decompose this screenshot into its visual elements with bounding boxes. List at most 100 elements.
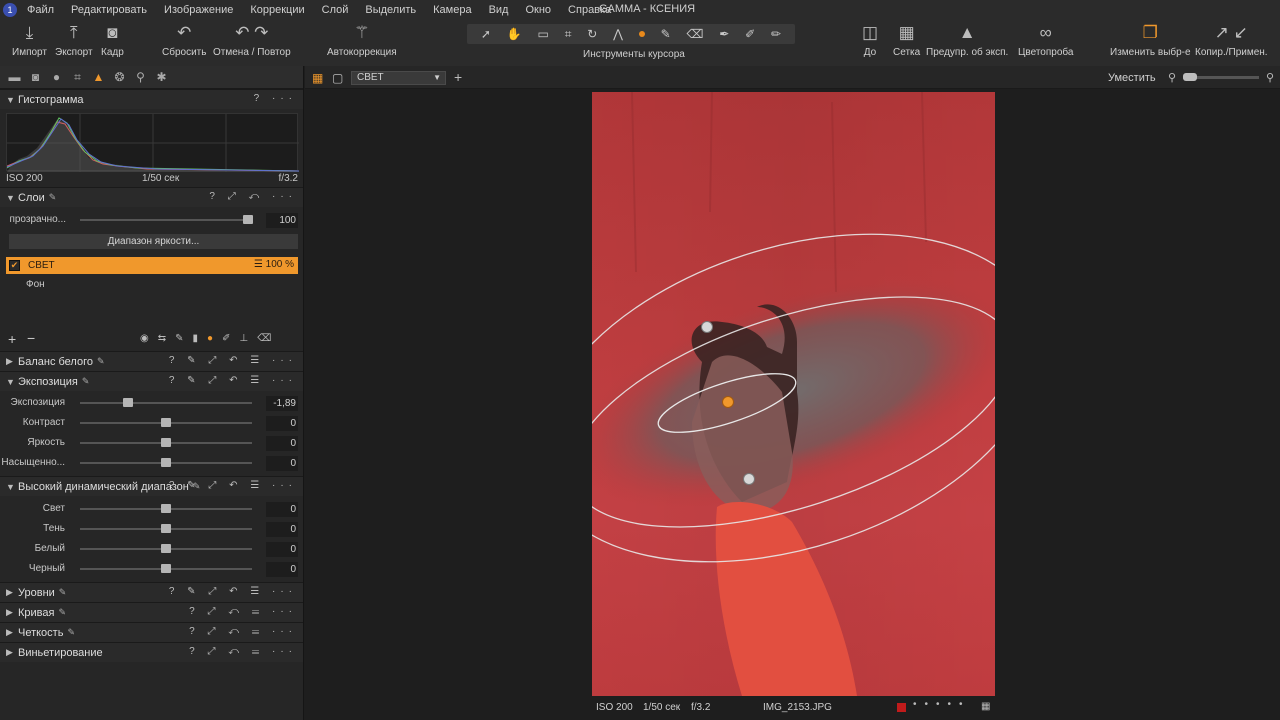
single-view-icon[interactable]: ▢ — [332, 71, 343, 85]
menu-camera[interactable]: Камера — [433, 4, 471, 16]
slider-thumb[interactable] — [123, 398, 134, 407]
hand-icon[interactable]: ✋ — [507, 27, 522, 41]
color-tag-icon[interactable] — [897, 703, 906, 712]
menu-view[interactable]: Вид — [489, 4, 509, 16]
zoom-thumb[interactable] — [1183, 73, 1197, 81]
slider-thumb[interactable] — [161, 544, 171, 553]
panel-options-icon[interactable]: ? ⤢ ↶ ☰ ··· — [189, 606, 297, 617]
histogram-header[interactable]: ▼ Гистограмма ? ··· — [0, 89, 303, 109]
slider-thumb[interactable] — [161, 564, 171, 573]
slider-thumb[interactable] — [161, 418, 171, 427]
copy-apply-button[interactable]: ↗ ↙ Копир./Примен. — [1195, 23, 1268, 58]
layer-checkbox[interactable]: ✔ — [9, 260, 20, 271]
spot-icon[interactable] — [638, 31, 645, 37]
spot-icon[interactable]: ● — [207, 333, 222, 344]
zoom-fit-label[interactable]: Уместить — [1108, 72, 1156, 84]
menu-window[interactable]: Окно — [525, 4, 551, 16]
autocorrect-button[interactable]: ⚚ Автокоррекция — [327, 23, 397, 58]
opacity-slider[interactable] — [80, 219, 252, 221]
eraser-icon[interactable]: ⌫ — [687, 27, 704, 41]
panel-options-icon[interactable]: ? ··· — [254, 93, 297, 104]
mask-center-handle[interactable] — [722, 396, 734, 408]
capture-tab-icon[interactable]: ◙ — [25, 70, 46, 84]
layers-header[interactable]: ▼ Слои ✎ ? ⤢ ↶ ··· — [0, 187, 303, 207]
exposure-header[interactable]: ▼ Экспозиция ✎ ? ✎ ⤢ ↶ ☰ ··· — [0, 371, 303, 391]
grid-button[interactable]: ▦ Сетка — [893, 23, 920, 58]
crop-tab-icon[interactable]: ⌗ — [67, 70, 88, 85]
zoom-in-icon[interactable]: ⚲ — [1266, 71, 1274, 84]
brush-icon[interactable]: ✎ — [175, 333, 192, 344]
slider-value[interactable]: 0 — [266, 562, 298, 577]
menu-select[interactable]: Выделить — [365, 4, 416, 16]
brush-icon[interactable]: ✎ — [661, 27, 671, 41]
slider-value[interactable]: 0 — [266, 522, 298, 537]
details-tab-icon[interactable]: ⚲ — [130, 70, 151, 84]
opacity-value[interactable]: 100 — [266, 213, 298, 228]
eraser-icon[interactable]: ⌫ — [257, 333, 280, 344]
slider-thumb[interactable] — [161, 458, 171, 467]
panel-options-icon[interactable]: ? ⤢ ↶ ··· — [209, 191, 297, 202]
zoom-out-icon[interactable]: ⚲ — [1168, 71, 1176, 84]
slider-thumb[interactable] — [161, 438, 171, 447]
rotate-icon[interactable]: ↻ — [587, 27, 597, 41]
add-layer-icon[interactable]: + — [8, 331, 16, 347]
vignetting-header[interactable]: ▶ Виньетирование ? ⤢ ↶ ☰ ··· — [0, 642, 303, 662]
swap-icon[interactable]: ⇆ — [158, 333, 175, 344]
layer-item-background[interactable]: Фон — [26, 279, 45, 290]
remove-layer-icon[interactable]: − — [27, 330, 35, 346]
luma-range-button[interactable]: Диапазон яркости... — [9, 234, 298, 249]
slider-value[interactable]: 0 — [266, 436, 298, 451]
variant-select[interactable]: СВЕТ ▼ — [351, 71, 446, 85]
crop-icon[interactable]: ⌗ — [565, 27, 572, 42]
photo-viewer[interactable] — [592, 92, 995, 696]
keystone-icon[interactable]: ⋀ — [613, 27, 623, 41]
color-picker-icon[interactable]: ✐ — [745, 27, 755, 41]
capture-button[interactable]: ◙ Кадр — [101, 23, 124, 58]
menu-file[interactable]: Файл — [27, 4, 54, 16]
menu-layer[interactable]: Слой — [322, 4, 349, 16]
slider-thumb[interactable] — [161, 504, 171, 513]
add-variant-icon[interactable]: + — [454, 69, 462, 85]
opacity-thumb[interactable] — [243, 215, 253, 224]
panel-options-icon[interactable]: ? ⤢ ↶ ☰ ··· — [189, 626, 297, 637]
fill-icon[interactable]: ✐ — [222, 333, 239, 344]
panel-options-icon[interactable]: ? ✎ ⤢ ↶ ☰ ··· — [169, 480, 297, 491]
picker-icon[interactable]: ✒ — [719, 27, 729, 41]
slider-track[interactable] — [80, 402, 252, 404]
panel-options-icon[interactable]: ? ✎ ⤢ ↶ ☰ ··· — [169, 586, 297, 597]
stamp-icon[interactable]: ⊥ — [239, 333, 257, 344]
annotate-icon[interactable]: ✏ — [771, 27, 781, 41]
hdr-header[interactable]: ▼ Высокий динамический диапазон ✎ ? ✎ ⤢ … — [0, 476, 303, 496]
curve-header[interactable]: ▶ Кривая ✎ ? ⤢ ↶ ☰ ··· — [0, 602, 303, 622]
slider-value[interactable]: 0 — [266, 416, 298, 431]
pointer-icon[interactable]: ➚ — [481, 27, 491, 41]
grid-icon[interactable]: ▦ — [981, 701, 990, 712]
slider-value[interactable]: -1,89 — [266, 396, 298, 411]
panel-options-icon[interactable]: ? ⤢ ↶ ☰ ··· — [189, 646, 297, 657]
menu-adjustments[interactable]: Коррекции — [250, 4, 304, 16]
edit-selected-button[interactable]: ❐ Изменить выбр-е — [1110, 23, 1191, 58]
library-tab-icon[interactable]: ▬ — [4, 70, 25, 84]
undo-redo-button[interactable]: ↶ ↷ Отмена / Повтор — [213, 23, 291, 58]
import-button[interactable]: ⤓ Импорт — [12, 23, 47, 58]
panel-options-icon[interactable]: ? ✎ ⤢ ↶ ☰ ··· — [169, 375, 297, 386]
multi-view-icon[interactable]: ▦ — [312, 71, 323, 85]
levels-header[interactable]: ▶ Уровни ✎ ? ✎ ⤢ ↶ ☰ ··· — [0, 582, 303, 602]
gradient-icon[interactable]: ▮ — [193, 333, 208, 344]
layer-item-svet[interactable]: ✔ СВЕТ ☰ 100 % — [6, 257, 298, 274]
clarity-header[interactable]: ▶ Четкость ✎ ? ⤢ ↶ ☰ ··· — [0, 622, 303, 642]
slider-value[interactable]: 0 — [266, 542, 298, 557]
exposure-tab-icon[interactable]: ▲ — [88, 70, 109, 84]
before-button[interactable]: ◫ До — [860, 23, 880, 58]
settings-tab-icon[interactable]: ✱ — [151, 70, 172, 84]
white-balance-header[interactable]: ▶ Баланс белого ✎ ? ✎ ⤢ ↶ ☰ ··· — [0, 351, 303, 371]
loupe-icon[interactable]: ▭ — [538, 27, 549, 41]
color-tab-icon[interactable]: ❂ — [109, 70, 130, 84]
slider-value[interactable]: 0 — [266, 502, 298, 517]
eye-icon[interactable]: ◉ — [140, 333, 158, 344]
rating-dots[interactable]: ••••• — [913, 699, 971, 710]
mask-handle[interactable] — [701, 321, 713, 333]
mask-handle[interactable] — [743, 473, 755, 485]
menu-edit[interactable]: Редактировать — [71, 4, 147, 16]
slider-thumb[interactable] — [161, 524, 171, 533]
